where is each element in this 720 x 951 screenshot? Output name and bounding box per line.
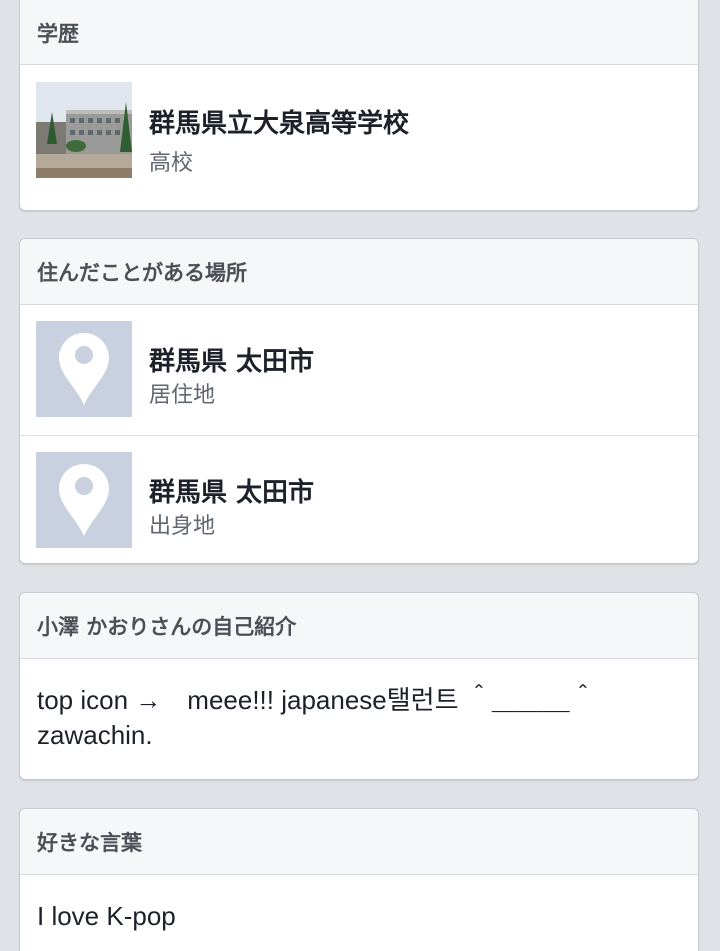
- place-item[interactable]: 群馬県 太田市 出身地: [20, 436, 698, 563]
- about-card: 小澤 かおりさんの自己紹介 top icon → meee!!! japanes…: [19, 592, 699, 780]
- place-name[interactable]: 群馬県 太田市: [149, 472, 314, 509]
- quotes-header: 好きな言葉: [20, 809, 698, 875]
- about-text: top icon → meee!!! japanese탤런트 ＾＿＿＿＾ zaw…: [37, 685, 596, 750]
- school-type: 高校: [149, 151, 194, 176]
- education-card: 学歴 群馬県立大泉高等学校 高校: [19, 0, 699, 211]
- about-header: 小澤 かおりさんの自己紹介: [20, 593, 698, 659]
- place-type: 出身地: [149, 514, 216, 539]
- location-pin-icon: [36, 321, 132, 417]
- favorite-quotes-card: 好きな言葉 I love K-pop: [19, 808, 699, 951]
- school-photo[interactable]: [36, 82, 132, 178]
- places-header: 住んだことがある場所: [20, 239, 698, 305]
- quotes-text: I love K-pop: [37, 901, 176, 931]
- education-item[interactable]: 群馬県立大泉高等学校 高校: [20, 65, 698, 210]
- profile-about-page: 学歴 群馬県立大泉高等学校 高校 住んだことがある場所 群馬県 太田市 居住地 …: [0, 0, 720, 951]
- place-type: 居住地: [149, 383, 216, 408]
- places-lived-card: 住んだことがある場所 群馬県 太田市 居住地 群馬県 太田市 出身地: [19, 238, 699, 564]
- place-item[interactable]: 群馬県 太田市 居住地: [20, 305, 698, 436]
- school-name[interactable]: 群馬県立大泉高等学校: [149, 103, 409, 140]
- location-pin-icon: [36, 452, 132, 548]
- education-header: 学歴: [20, 0, 698, 65]
- place-name[interactable]: 群馬県 太田市: [149, 341, 314, 378]
